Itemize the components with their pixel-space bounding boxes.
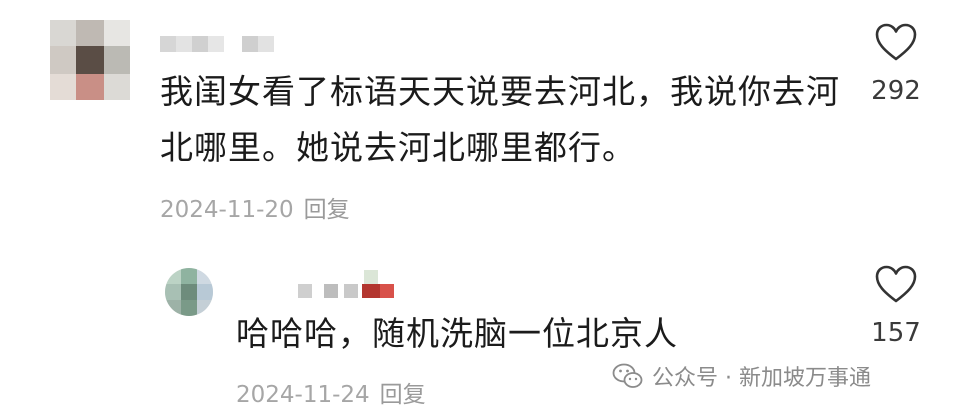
- like-button[interactable]: 157: [856, 264, 936, 348]
- reply-button[interactable]: 回复: [304, 197, 350, 223]
- username[interactable]: [298, 270, 398, 300]
- watermark: 公众号 · 新加坡万事通: [612, 360, 871, 392]
- wechat-icon: [612, 363, 643, 388]
- heart-icon: [875, 23, 917, 61]
- comment-meta: 2024-11-20 回复: [160, 190, 350, 224]
- like-button[interactable]: 292: [856, 22, 936, 106]
- avatar[interactable]: [165, 268, 213, 316]
- comment-text: 我闺女看了标语天天说要去河北，我说你去河北哪里。她说去河北哪里都行。: [160, 72, 840, 167]
- comment-text: 哈哈哈，随机洗脑一位北京人: [236, 314, 678, 353]
- like-count: 157: [871, 318, 921, 348]
- comment-meta: 2024-11-24 回复: [236, 375, 426, 409]
- comment-date: 2024-11-20: [160, 197, 294, 223]
- like-count: 292: [871, 76, 921, 106]
- reply-button[interactable]: 回复: [380, 382, 426, 408]
- heart-icon: [875, 265, 917, 303]
- avatar[interactable]: [50, 20, 130, 100]
- username[interactable]: [160, 36, 280, 54]
- comment-date: 2024-11-24: [236, 382, 370, 408]
- watermark-text: 公众号 · 新加坡万事通: [652, 366, 871, 391]
